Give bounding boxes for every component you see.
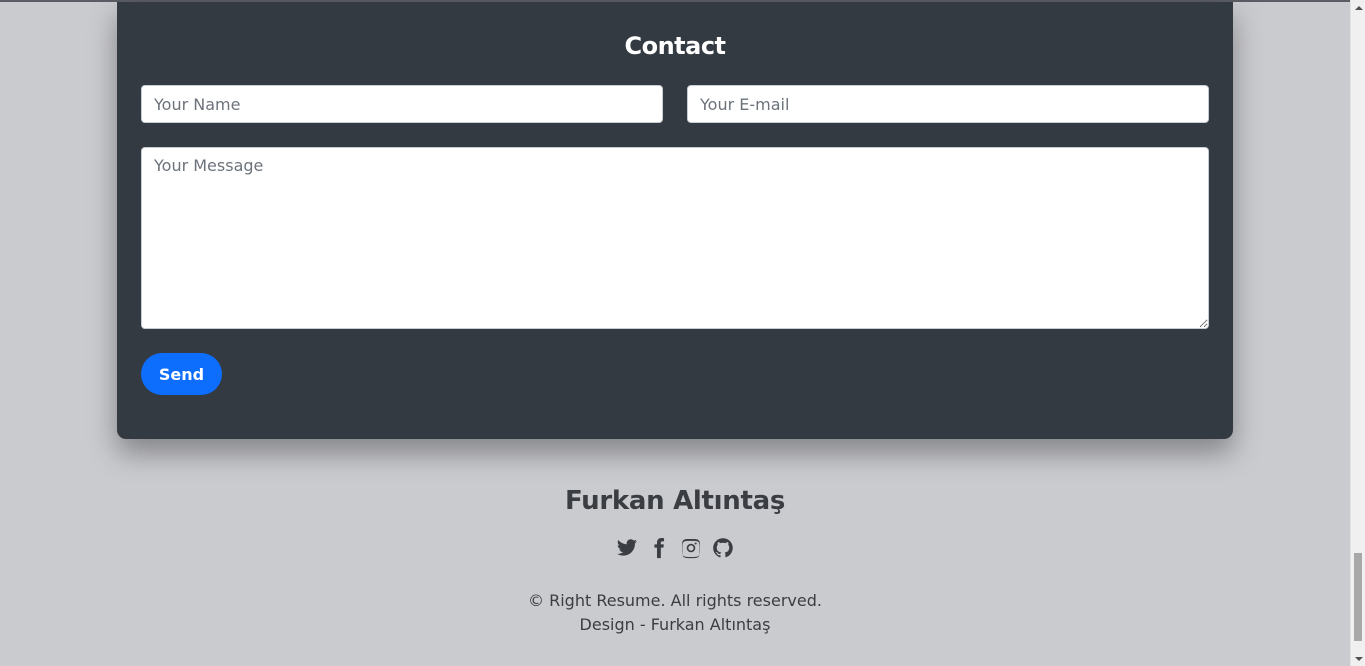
scroll-up-arrow[interactable]	[1351, 0, 1365, 15]
scroll-down-arrow[interactable]	[1351, 651, 1365, 666]
github-icon[interactable]	[712, 537, 734, 559]
scroll-thumb[interactable]	[1354, 553, 1362, 641]
email-input[interactable]	[687, 85, 1209, 123]
footer-name: Furkan Altıntaş	[564, 486, 786, 516]
facebook-icon[interactable]	[648, 537, 670, 559]
page: Contact Send Furkan Altıntaş © Right Res…	[0, 0, 1350, 666]
design-credit: Design - Furkan Altıntaş	[579, 615, 771, 634]
contact-section: Contact Send	[117, 2, 1233, 439]
message-textarea[interactable]	[141, 147, 1209, 329]
copyright-text: © Right Resume. All rights reserved.	[528, 591, 822, 610]
instagram-icon[interactable]	[680, 537, 702, 559]
send-button[interactable]: Send	[141, 353, 222, 395]
contact-title: Contact	[624, 32, 726, 60]
social-links	[0, 537, 1350, 559]
vertical-scrollbar[interactable]	[1350, 0, 1365, 666]
name-input[interactable]	[141, 85, 663, 123]
twitter-icon[interactable]	[616, 537, 638, 559]
